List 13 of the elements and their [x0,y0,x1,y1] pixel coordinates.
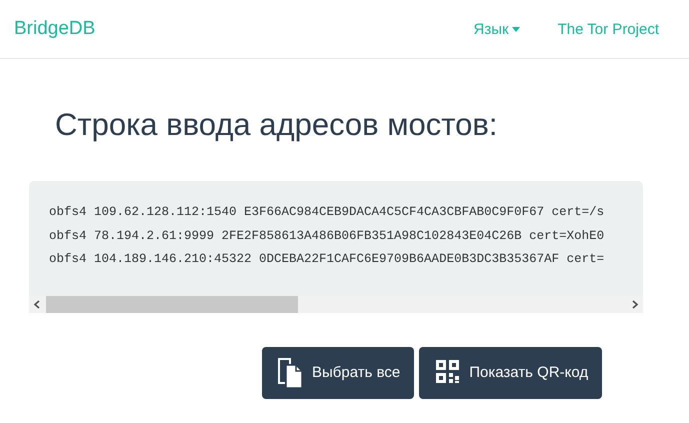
caret-icon [512,26,520,32]
horizontal-scrollbar[interactable] [29,296,643,312]
copy-icon [276,356,304,388]
brand-link[interactable]: BridgeDB [14,18,96,40]
language-dropdown[interactable]: Язык [474,20,520,38]
nav-link[interactable]: The Tor Project [558,20,659,38]
bridge-line: obfs4 104.189.146.210:45322 0DCEBA22F1CAFC6E9709B6AADE0B3DC3B35367AF cert= [48,251,606,268]
page-heading: Строка ввода адресов мостов: [55,107,498,143]
scrollbar-thumb[interactable] [46,296,298,312]
show-qr-button[interactable]: Показать QR-код [419,346,602,398]
bridge-line: obfs4 109.62.128.112:1540 E3F66AC984CEB9DACA4C5CF4CA3CBFAB0C9F0F67 cert=/s [48,204,606,221]
select-all-button[interactable]: Выбрать все [262,346,414,398]
bridge-line: obfs4 78.194.2.61:9999 2FE2F858613A486B06FB351A98C102843E04C26B cert=XohE0 [48,228,606,244]
